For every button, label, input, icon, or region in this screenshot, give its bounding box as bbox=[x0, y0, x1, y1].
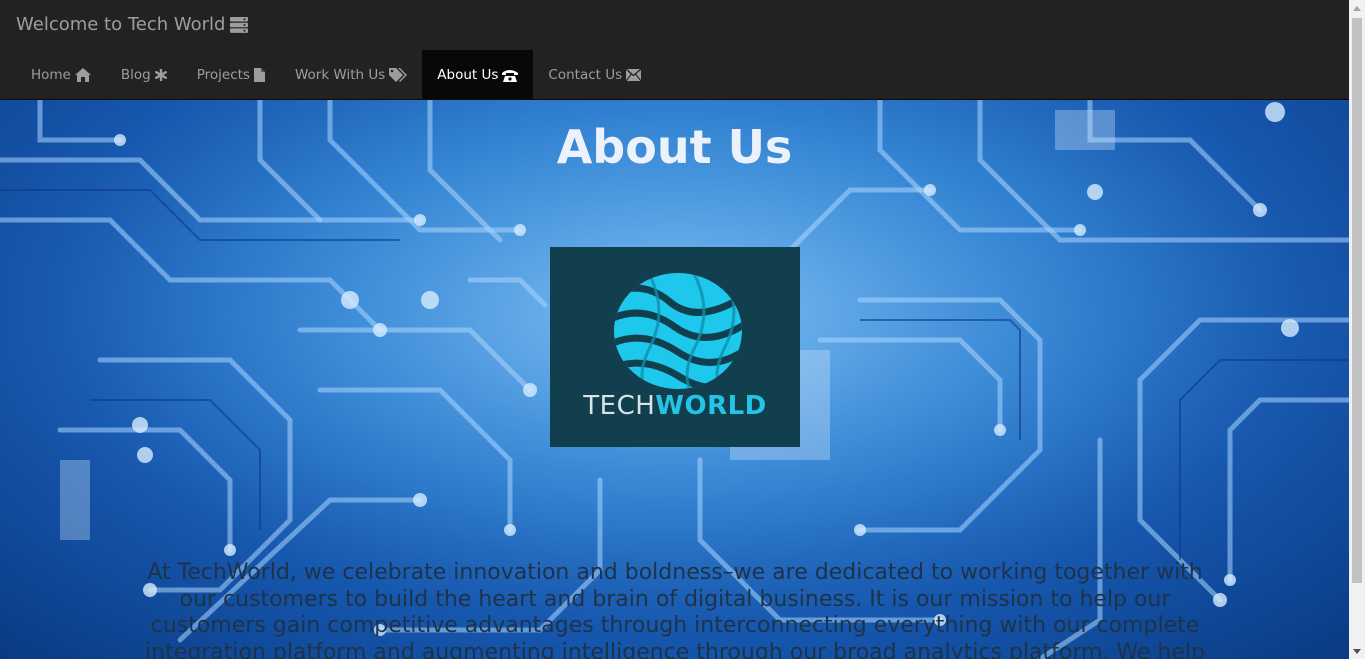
page: Welcome to Tech World Home Blog Projects… bbox=[0, 0, 1365, 659]
brand-text: Welcome to Tech World bbox=[16, 14, 226, 35]
asterisk-icon bbox=[154, 69, 167, 81]
nav-item-label: Contact Us bbox=[548, 67, 623, 83]
scroll-down-arrow-icon[interactable] bbox=[1349, 643, 1365, 659]
techworld-logo: TECHWORLD bbox=[550, 247, 800, 447]
file-icon bbox=[253, 68, 265, 82]
nav-item-label: Projects bbox=[196, 67, 250, 83]
logo-word-world: WORLD bbox=[655, 391, 767, 421]
tags-icon bbox=[389, 68, 408, 82]
nav-item-home[interactable]: Home bbox=[16, 50, 106, 100]
brand-link[interactable]: Welcome to Tech World bbox=[16, 14, 249, 35]
home-icon bbox=[74, 68, 91, 82]
nav-item-label: Home bbox=[31, 67, 71, 83]
nav-item-contact-us[interactable]: Contact Us bbox=[533, 50, 656, 100]
server-icon bbox=[230, 16, 249, 33]
top-navbar: Welcome to Tech World Home Blog Projects… bbox=[0, 0, 1349, 100]
nav-item-label: Work With Us bbox=[294, 67, 386, 83]
nav-item-projects[interactable]: Projects bbox=[182, 50, 280, 100]
nav-item-blog[interactable]: Blog bbox=[106, 50, 182, 100]
nav-item-about-us[interactable]: About Us bbox=[422, 50, 534, 100]
main-nav: Home Blog Projects Work With Us About Us… bbox=[16, 50, 656, 100]
about-paragraph: At TechWorld, we celebrate innovation an… bbox=[145, 560, 1205, 659]
logo-wordmark: TECHWORLD bbox=[550, 391, 800, 421]
scroll-up-arrow-icon[interactable] bbox=[1349, 0, 1365, 16]
envelope-icon bbox=[626, 69, 642, 81]
phone-icon bbox=[502, 69, 519, 82]
scroll-thumb[interactable] bbox=[1352, 18, 1362, 583]
page-title: About Us bbox=[556, 120, 793, 174]
about-section: About Us TECHWORLD At TechWorld, we cele… bbox=[0, 100, 1349, 659]
nav-item-label: Blog bbox=[120, 67, 151, 83]
logo-word-tech: TECH bbox=[583, 391, 656, 421]
page-scrollbar[interactable] bbox=[1349, 0, 1365, 659]
nav-item-work-with-us[interactable]: Work With Us bbox=[280, 50, 422, 100]
nav-item-label: About Us bbox=[437, 67, 499, 83]
